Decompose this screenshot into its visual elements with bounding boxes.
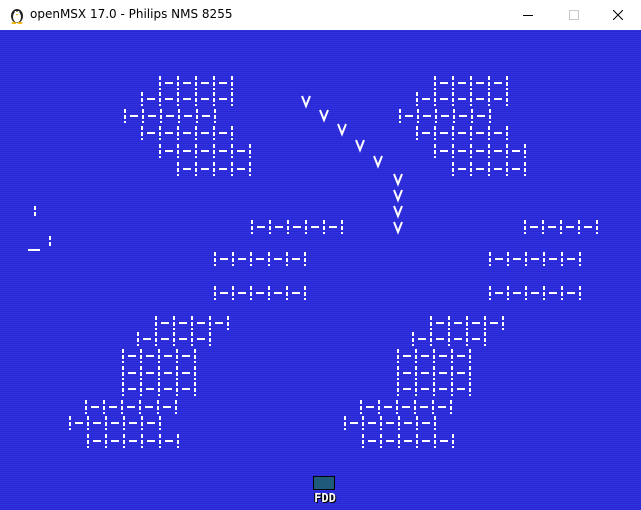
title-bar[interactable]: openMSX 17.0 - Philips NMS 8255 xyxy=(0,0,641,30)
minimize-button[interactable] xyxy=(505,0,551,30)
fdd-label: FDD xyxy=(314,491,336,505)
msx-screen[interactable]: FDD xyxy=(0,30,641,510)
msx-ascii-art xyxy=(28,76,598,448)
window-title: openMSX 17.0 - Philips NMS 8255 xyxy=(30,7,233,21)
minimize-icon xyxy=(523,15,533,16)
openmsx-penguin-icon xyxy=(11,9,23,24)
openmsx-window: openMSX 17.0 - Philips NMS 8255 FDD xyxy=(0,0,641,510)
maximize-button[interactable] xyxy=(551,0,597,30)
close-icon xyxy=(613,10,623,20)
close-button[interactable] xyxy=(595,0,641,30)
fdd-led-indicator xyxy=(313,476,335,490)
maximize-icon xyxy=(569,10,579,20)
